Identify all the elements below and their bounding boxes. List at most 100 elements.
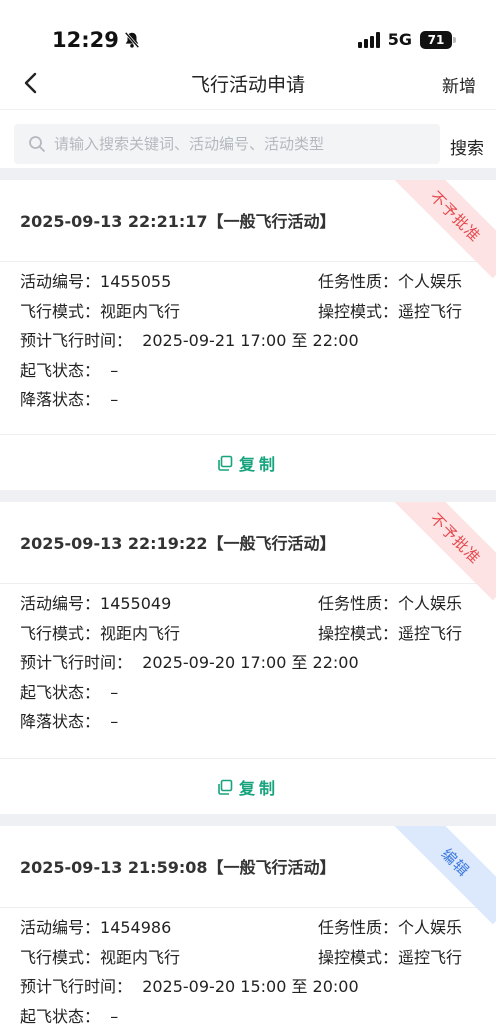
control-mode-label: 操控模式：: [318, 947, 399, 967]
search-icon: [29, 136, 45, 152]
control-mode-value: 遥控飞行: [398, 301, 463, 321]
time-text: 12:29: [52, 28, 119, 52]
activity-no-field: 活动编号：1455055: [20, 268, 171, 292]
task-nature-value: 个人娱乐: [398, 918, 463, 937]
landing-status-label: 降落状态：: [20, 390, 101, 409]
search-box[interactable]: [14, 124, 440, 164]
card-details: 活动编号：1455049 任务性质：个人娱乐 飞行模式：视距内飞行 操控模式：遥…: [0, 584, 496, 732]
task-nature-field: 任务性质：个人娱乐: [318, 590, 462, 614]
detail-row: 起飞状态： –: [0, 351, 496, 381]
flight-mode-label: 飞行模式：: [20, 623, 101, 643]
detail-row: 降落状态： –: [0, 380, 496, 410]
flight-mode-field: 飞行模式：视距内飞行: [20, 298, 180, 322]
battery-level: 71: [427, 32, 445, 47]
copy-label: 复制: [238, 778, 279, 798]
flight-mode-field: 飞行模式：视距内飞行: [20, 620, 180, 644]
flight-mode-label: 飞行模式：: [20, 301, 101, 321]
detail-row: 飞行模式：视距内飞行 操控模式：遥控飞行: [0, 292, 496, 322]
flight-mode-field: 飞行模式：视距内飞行: [20, 944, 180, 968]
card-title: 2025-09-13 22:19:22【一般飞行活动】: [20, 534, 336, 553]
flight-mode-value: 视距内飞行: [100, 301, 181, 321]
card-separator: [0, 814, 496, 826]
takeoff-status-label: 起飞状态：: [20, 682, 101, 702]
task-nature-value: 个人娱乐: [398, 272, 463, 291]
task-nature-label: 任务性质：: [318, 272, 399, 291]
nav-bar: 飞行活动申请 新增: [0, 56, 496, 110]
activity-no-value: 1455055: [100, 272, 172, 291]
activity-no-value: 1455049: [100, 594, 172, 613]
landing-status-label: 降落状态：: [20, 712, 101, 731]
detail-row: 飞行模式：视距内飞行 操控模式：遥控飞行: [0, 614, 496, 644]
flight-mode-label: 飞行模式：: [20, 947, 101, 967]
task-nature-label: 任务性质：: [318, 594, 399, 613]
flight-mode-value: 视距内飞行: [100, 947, 181, 967]
card-separator: [0, 490, 496, 502]
detail-row: 活动编号：1455055 任务性质：个人娱乐: [0, 262, 496, 292]
copy-button[interactable]: 复制: [0, 758, 496, 814]
flight-mode-value: 视距内飞行: [100, 623, 181, 643]
detail-row: 起飞状态： –: [0, 997, 496, 1027]
copy-label: 复制: [238, 454, 279, 474]
planned-time-field: 预计飞行时间： 2025-09-20 17:00 至 22:00: [20, 649, 359, 673]
detail-row: 起飞状态： –: [0, 673, 496, 703]
activity-no-value: 1454986: [100, 918, 172, 937]
page-title: 飞行活动申请: [190, 74, 305, 96]
planned-time-value: 2025-09-21 17:00 至 22:00: [142, 331, 359, 350]
takeoff-status-label: 起飞状态：: [20, 1006, 101, 1026]
network-type: 5G: [387, 30, 412, 49]
card-title: 2025-09-13 22:21:17【一般飞行活动】: [20, 212, 336, 231]
takeoff-status-label: 起飞状态：: [20, 360, 101, 380]
activity-card[interactable]: 2025-09-13 21:59:08【一般飞行活动】 编辑 活动编号：1454…: [0, 826, 496, 1030]
detail-row: 降落状态： –: [0, 702, 496, 732]
copy-icon: [218, 455, 233, 471]
planned-time-label: 预计飞行时间：: [20, 653, 133, 672]
landing-status-value: –: [110, 712, 119, 731]
detail-row: 活动编号：1454986 任务性质：个人娱乐: [0, 908, 496, 938]
status-right: 5G 71: [357, 30, 456, 49]
takeoff-status-field: 起飞状态： –: [20, 679, 118, 703]
card-separator: [0, 168, 496, 180]
landing-status-field: 降落状态： –: [20, 386, 118, 410]
search-input[interactable]: [54, 135, 440, 153]
task-nature-field: 任务性质：个人娱乐: [318, 268, 462, 292]
planned-time-field: 预计飞行时间： 2025-09-21 17:00 至 22:00: [20, 327, 359, 351]
control-mode-label: 操控模式：: [318, 623, 399, 643]
copy-icon: [218, 779, 233, 795]
task-nature-field: 任务性质：个人娱乐: [318, 914, 462, 938]
task-nature-value: 个人娱乐: [398, 594, 463, 613]
planned-time-value: 2025-09-20 15:00 至 20:00: [142, 977, 359, 996]
copy-button[interactable]: 复制: [0, 434, 496, 490]
control-mode-field: 操控模式：遥控飞行: [318, 298, 462, 322]
battery-icon: 71: [420, 30, 456, 49]
planned-time-label: 预计飞行时间：: [20, 331, 133, 350]
add-button[interactable]: 新增: [442, 72, 476, 97]
bell-muted-icon: [124, 31, 140, 49]
card-details: 活动编号：1454986 任务性质：个人娱乐 飞行模式：视距内飞行 操控模式：遥…: [0, 908, 496, 1026]
activity-no-label: 活动编号：: [20, 272, 101, 291]
detail-row: 预计飞行时间： 2025-09-20 17:00 至 22:00: [0, 643, 496, 673]
activity-no-field: 活动编号：1455049: [20, 590, 171, 614]
landing-status-field: 降落状态： –: [20, 708, 118, 732]
status-time: 12:29: [52, 28, 141, 52]
activity-no-field: 活动编号：1454986: [20, 914, 171, 938]
planned-time-label: 预计飞行时间：: [20, 977, 133, 996]
landing-status-value: –: [110, 390, 119, 409]
activity-no-label: 活动编号：: [20, 918, 101, 937]
card-details: 活动编号：1455055 任务性质：个人娱乐 飞行模式：视距内飞行 操控模式：遥…: [0, 262, 496, 410]
detail-row: 飞行模式：视距内飞行 操控模式：遥控飞行: [0, 938, 496, 968]
detail-row: 预计飞行时间： 2025-09-20 15:00 至 20:00: [0, 967, 496, 997]
activity-card[interactable]: 2025-09-13 22:19:22【一般飞行活动】 不予批准 活动编号：14…: [0, 502, 496, 814]
search-button[interactable]: 搜索: [450, 134, 484, 159]
takeoff-status-field: 起飞状态： –: [20, 357, 118, 381]
detail-row: 活动编号：1455049 任务性质：个人娱乐: [0, 584, 496, 614]
card-title: 2025-09-13 21:59:08【一般飞行活动】: [20, 858, 336, 877]
control-mode-value: 遥控飞行: [398, 947, 463, 967]
activity-card[interactable]: 2025-09-13 22:21:17【一般飞行活动】 不予批准 活动编号：14…: [0, 180, 496, 490]
planned-time-field: 预计飞行时间： 2025-09-20 15:00 至 20:00: [20, 973, 359, 997]
activity-no-label: 活动编号：: [20, 594, 101, 613]
control-mode-value: 遥控飞行: [398, 623, 463, 643]
takeoff-status-field: 起飞状态： –: [20, 1003, 118, 1027]
task-nature-label: 任务性质：: [318, 918, 399, 937]
takeoff-status-value: –: [110, 360, 119, 380]
control-mode-field: 操控模式：遥控飞行: [318, 944, 462, 968]
